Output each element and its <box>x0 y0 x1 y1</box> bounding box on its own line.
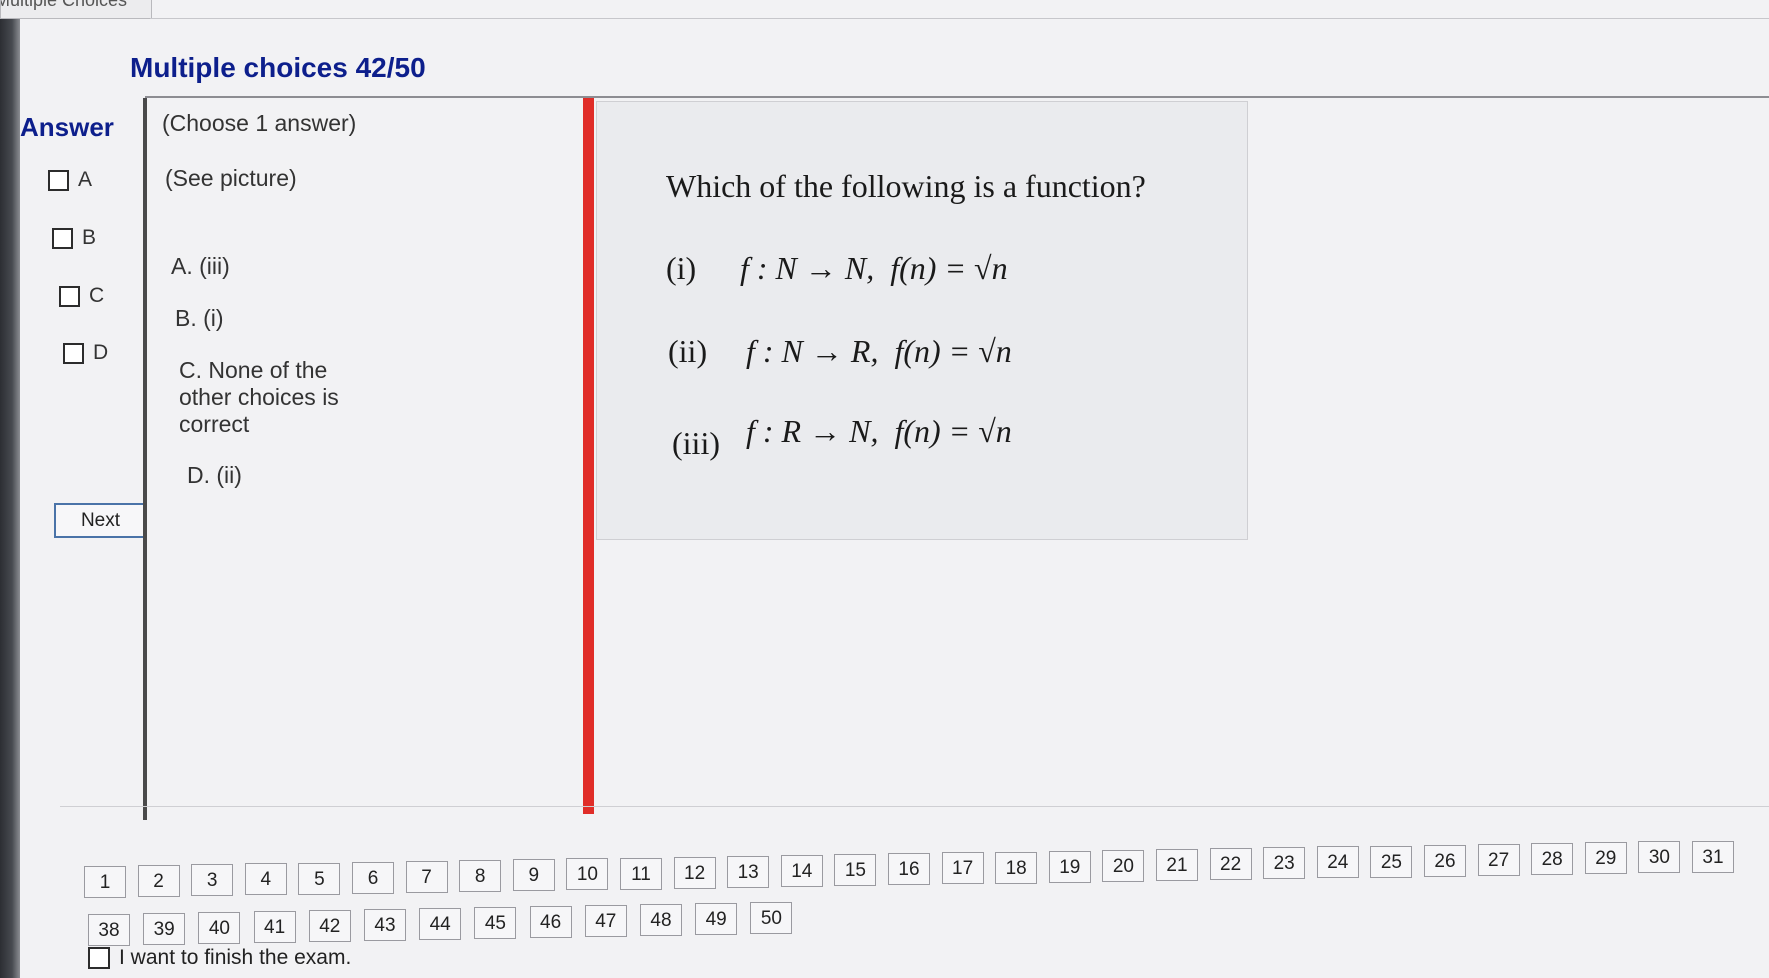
question-50-button[interactable]: 50 <box>750 902 793 934</box>
question-48-button[interactable]: 48 <box>640 904 682 936</box>
answer-option-label: C <box>89 284 105 307</box>
answer-option-c[interactable]: C <box>59 284 104 308</box>
question-16-button[interactable]: 16 <box>888 853 930 886</box>
question-11-button[interactable]: 11 <box>620 857 662 890</box>
choices-panel: (Choose 1 answer) (See picture) A. (iii)… <box>143 98 587 820</box>
question-4-button[interactable]: 4 <box>244 863 287 896</box>
question-26-button[interactable]: 26 <box>1424 844 1466 877</box>
question-24-button[interactable]: 24 <box>1316 846 1359 879</box>
checkbox-a[interactable] <box>48 169 69 191</box>
answer-option-b[interactable]: B <box>52 226 96 250</box>
answer-option-a[interactable]: A <box>48 168 92 192</box>
question-9-button[interactable]: 9 <box>512 859 555 892</box>
question-31-button[interactable]: 31 <box>1692 840 1734 873</box>
statement-ii: (ii) f : N → R, f(n) = √n <box>668 333 1012 369</box>
finish-exam-label: I want to finish the exam. <box>119 946 352 969</box>
tab-divider <box>150 18 1769 19</box>
question-44-button[interactable]: 44 <box>419 908 462 940</box>
statement-i: (i) f : N → N, f(n) = √n <box>666 250 1008 286</box>
question-30-button[interactable]: 30 <box>1638 841 1681 874</box>
finish-exam-option[interactable]: I want to finish the exam. <box>88 946 351 970</box>
window-tab[interactable]: Multiple Choices <box>0 0 152 19</box>
see-picture-text: (See picture) <box>165 165 297 191</box>
checkbox-c[interactable] <box>59 285 80 307</box>
content-divider <box>60 806 1769 807</box>
question-10-button[interactable]: 10 <box>566 858 609 891</box>
page-title: Multiple choices 42/50 <box>130 52 426 83</box>
answer-option-d[interactable]: D <box>63 341 108 365</box>
question-19-button[interactable]: 19 <box>1048 850 1091 883</box>
question-6-button[interactable]: 6 <box>352 861 394 894</box>
question-42-button[interactable]: 42 <box>308 910 351 942</box>
question-picture <box>596 101 1248 540</box>
question-7-button[interactable]: 7 <box>405 860 448 893</box>
question-40-button[interactable]: 40 <box>198 912 241 944</box>
question-15-button[interactable]: 15 <box>834 854 877 887</box>
checkbox-d[interactable] <box>63 342 84 364</box>
question-38-button[interactable]: 38 <box>88 914 130 946</box>
question-22-button[interactable]: 22 <box>1209 848 1252 881</box>
next-button[interactable]: Next <box>54 503 147 538</box>
question-27-button[interactable]: 27 <box>1477 843 1520 876</box>
question-1-button[interactable]: 1 <box>84 866 126 898</box>
finish-exam-checkbox[interactable] <box>88 947 110 969</box>
checkbox-b[interactable] <box>52 227 73 249</box>
question-46-button[interactable]: 46 <box>529 906 572 938</box>
statement-iii: (iii) f : R → N, f(n) = √n <box>672 413 1012 461</box>
question-18-button[interactable]: 18 <box>995 851 1038 884</box>
question-43-button[interactable]: 43 <box>364 909 406 941</box>
monitor-bezel <box>0 0 20 978</box>
question-12-button[interactable]: 12 <box>673 856 716 889</box>
question-8-button[interactable]: 8 <box>459 860 502 893</box>
answer-option-label: B <box>82 226 97 249</box>
choice-b: B. (i) <box>175 305 224 331</box>
question-39-button[interactable]: 39 <box>143 913 186 945</box>
question-21-button[interactable]: 21 <box>1156 849 1198 881</box>
question-text: Which of the following is a function? <box>666 168 1146 204</box>
question-47-button[interactable]: 47 <box>584 905 627 937</box>
question-41-button[interactable]: 41 <box>253 911 296 943</box>
question-17-button[interactable]: 17 <box>941 852 984 885</box>
question-14-button[interactable]: 14 <box>780 854 823 887</box>
question-20-button[interactable]: 20 <box>1102 849 1145 882</box>
choice-d: D. (ii) <box>187 462 242 488</box>
question-49-button[interactable]: 49 <box>695 903 738 935</box>
instruction-text: (Choose 1 answer) <box>162 110 357 136</box>
answer-label: Answer <box>20 112 114 142</box>
choice-a: A. (iii) <box>171 253 230 279</box>
question-45-button[interactable]: 45 <box>474 907 517 939</box>
question-5-button[interactable]: 5 <box>298 862 341 895</box>
question-29-button[interactable]: 29 <box>1584 842 1627 875</box>
question-3-button[interactable]: 3 <box>191 864 234 897</box>
answer-option-label: D <box>93 341 109 364</box>
question-25-button[interactable]: 25 <box>1370 845 1413 878</box>
question-2-button[interactable]: 2 <box>137 865 180 898</box>
question-23-button[interactable]: 23 <box>1263 847 1306 880</box>
answer-option-label: A <box>78 168 93 191</box>
question-13-button[interactable]: 13 <box>727 855 770 888</box>
question-28-button[interactable]: 28 <box>1531 843 1574 876</box>
panel-separator <box>583 98 594 814</box>
choice-c: C. None of the other choices is correct <box>179 357 339 437</box>
